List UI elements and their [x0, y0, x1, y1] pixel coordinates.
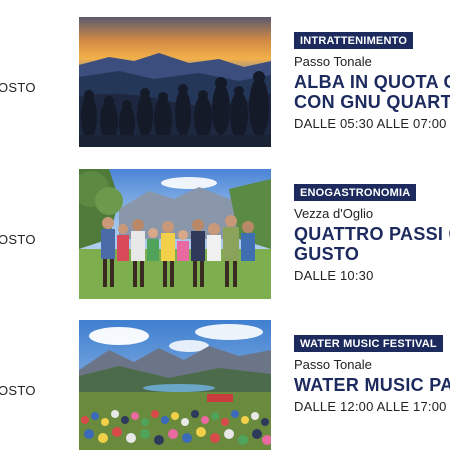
event-title-line[interactable]: GUSTO [294, 244, 450, 264]
event-card[interactable]: OSTO [0, 169, 450, 299]
event-image[interactable] [79, 169, 271, 299]
event-card[interactable]: OSTO [0, 17, 450, 147]
event-time: DALLE 10:30 [294, 268, 374, 283]
event-location: Vezza d'Oglio [294, 206, 374, 221]
event-info: INTRATTENIMENTO Passo Tonale ALBA IN QUO… [294, 31, 450, 132]
event-location: Passo Tonale [294, 54, 372, 69]
event-image[interactable] [79, 17, 271, 147]
event-title[interactable]: QUATTRO PASSI C GUSTO [294, 224, 450, 264]
category-badge[interactable]: ENOGASTRONOMIA [294, 184, 417, 201]
event-time: DALLE 05:30 ALLE 07:00 [294, 116, 447, 131]
event-title-line[interactable]: WATER MUSIC PA [294, 375, 450, 395]
sunrise-mountain-photo [79, 17, 271, 147]
event-card[interactable]: OSTO [0, 320, 450, 450]
category-badge[interactable]: WATER MUSIC FESTIVAL [294, 335, 443, 352]
event-info: WATER MUSIC FESTIVAL Passo Tonale WATER … [294, 334, 450, 415]
event-location: Passo Tonale [294, 357, 372, 372]
previous-column-label: OSTO [0, 80, 36, 95]
previous-column-label: OSTO [0, 383, 36, 398]
event-title[interactable]: ALBA IN QUOTA C CON GNU QUART [294, 72, 450, 112]
event-title[interactable]: WATER MUSIC PA [294, 375, 450, 395]
category-badge[interactable]: INTRATTENIMENTO [294, 32, 414, 49]
events-list: OSTO INTRATTENIMENTO Passo Tonale ALBA I… [0, 0, 450, 450]
event-title-line[interactable]: CON GNU QUART [294, 92, 450, 112]
previous-column-label: OSTO [0, 232, 36, 247]
event-time: DALLE 12:00 ALLE 17:00 [294, 399, 447, 414]
event-title-line[interactable]: ALBA IN QUOTA C [294, 72, 450, 92]
event-info: ENOGASTRONOMIA Vezza d'Oglio QUATTRO PAS… [294, 183, 450, 284]
event-image[interactable] [79, 320, 271, 450]
event-title-line[interactable]: QUATTRO PASSI C [294, 224, 450, 244]
festival-crowd-photo [79, 320, 271, 450]
hiking-group-photo [79, 169, 271, 299]
